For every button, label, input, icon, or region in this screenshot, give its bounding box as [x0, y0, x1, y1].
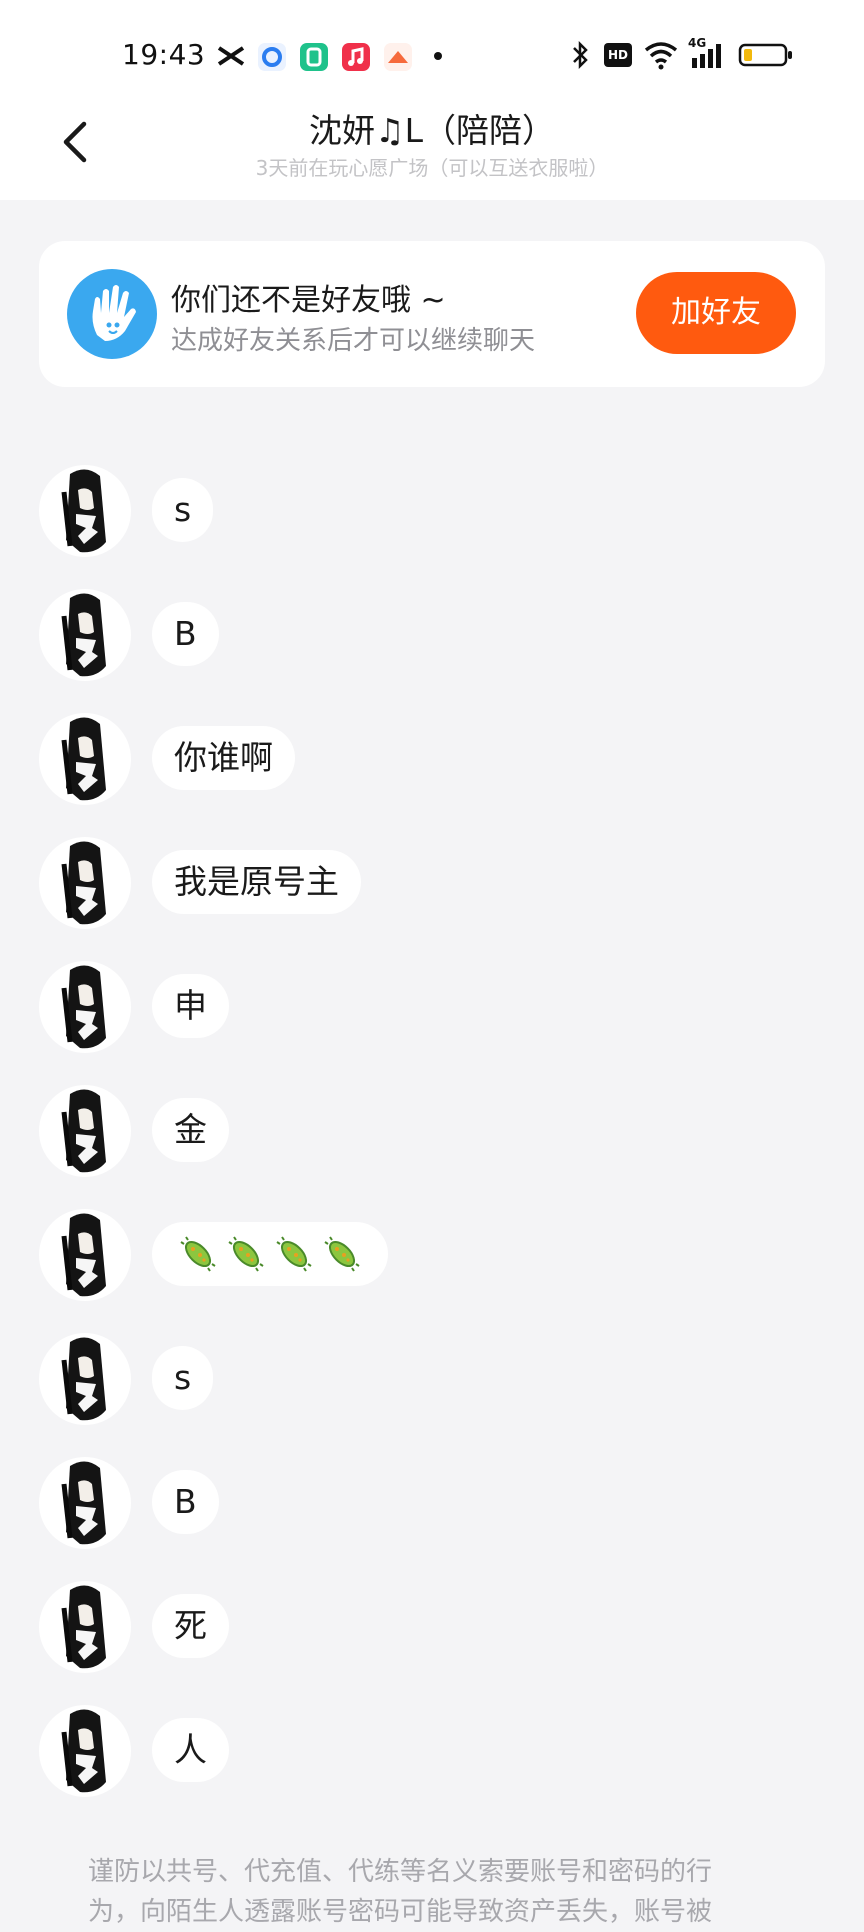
add-friend-button[interactable]: 加好友	[636, 272, 796, 354]
message-row: 我是原号主	[0, 834, 864, 944]
microbe-emoji-icon	[324, 1236, 360, 1272]
message-row: s	[0, 462, 864, 572]
sender-avatar[interactable]	[36, 710, 134, 808]
message-text: 我是原号主	[174, 862, 339, 901]
sender-avatar[interactable]	[36, 586, 134, 684]
sender-avatar[interactable]	[36, 1330, 134, 1428]
message-bubble[interactable]: B	[152, 602, 219, 666]
message-row: 你谁啊	[0, 710, 864, 820]
sender-avatar[interactable]	[36, 1082, 134, 1180]
message-text: s	[174, 1358, 192, 1397]
sender-avatar[interactable]	[36, 958, 134, 1056]
message-text: 人	[174, 1730, 207, 1769]
message-bubble[interactable]: 申	[152, 974, 229, 1038]
message-row: B	[0, 586, 864, 696]
security-notice-line: 为，向陌生人透露账号密码可能导致资产丢失，账号被	[88, 1897, 713, 1927]
wifi-icon	[644, 42, 678, 70]
message-text: 申	[174, 986, 207, 1025]
message-bubble[interactable]: 金	[152, 1098, 229, 1162]
message-bubble[interactable]: B	[152, 1470, 219, 1534]
music-app-icon	[342, 43, 370, 71]
status-bar: 19:43 HD 4G	[0, 30, 864, 80]
message-text: B	[174, 1482, 197, 1521]
message-row	[0, 1206, 864, 1316]
sender-avatar[interactable]	[36, 462, 134, 560]
sender-avatar[interactable]	[36, 1206, 134, 1304]
message-row: B	[0, 1454, 864, 1564]
message-row: 死	[0, 1578, 864, 1688]
chat-subtitle: 3天前在玩心愿广场（可以互送衣服啦）	[255, 156, 609, 180]
not-friends-title: 你们还不是好友哦 ~	[171, 283, 446, 318]
message-row: 金	[0, 1082, 864, 1192]
message-bubble[interactable]: s	[152, 1346, 214, 1410]
battery-icon	[738, 43, 792, 67]
not-friends-subtitle: 达成好友关系后才可以继续聊天	[171, 326, 536, 356]
sender-avatar[interactable]	[36, 1578, 134, 1676]
message-bubble[interactable]: 死	[152, 1594, 229, 1658]
signal-icon	[692, 44, 721, 68]
message-bubble[interactable]: 我是原号主	[152, 850, 361, 914]
message-text: B	[174, 614, 197, 653]
message-bubble[interactable]: 你谁啊	[152, 726, 295, 790]
message-row: s	[0, 1330, 864, 1440]
browser-app-icon	[258, 43, 286, 71]
message-text: 你谁啊	[174, 738, 273, 777]
security-notice-line: 谨防以共号、代充值、代练等名义索要账号和密码的行	[88, 1857, 713, 1887]
hd-label: HD	[607, 48, 628, 62]
capcut-icon	[217, 46, 245, 66]
sender-avatar[interactable]	[36, 1454, 134, 1552]
message-bubble[interactable]	[152, 1222, 388, 1286]
microbe-emoji-icon	[276, 1236, 312, 1272]
top-bar: 19:43 HD 4G 沈妍♫L（陪陪） 3天前在玩心愿广场（可以互送衣服啦）	[0, 0, 864, 200]
message-text: s	[174, 490, 192, 529]
microbe-emoji-icon	[180, 1236, 216, 1272]
hand-wave-icon	[67, 269, 157, 359]
message-row: 申	[0, 958, 864, 1068]
more-notifications-dot	[434, 52, 442, 60]
security-notice: 谨防以共号、代充值、代练等名义索要账号和密码的行 为，向陌生人透露账号密码可能导…	[88, 1852, 788, 1932]
message-row: 人	[0, 1702, 864, 1812]
game-app-icon	[384, 43, 412, 71]
bluetooth-icon	[573, 40, 588, 70]
message-text: 死	[174, 1606, 207, 1645]
hd-badge: HD	[604, 43, 632, 67]
message-text: 金	[174, 1110, 207, 1149]
not-friends-card: 你们还不是好友哦 ~ 达成好友关系后才可以继续聊天 加好友	[39, 241, 825, 387]
status-time: 19:43	[122, 38, 206, 71]
sender-avatar[interactable]	[36, 1702, 134, 1800]
message-bubble[interactable]: s	[152, 478, 214, 542]
message-bubble[interactable]: 人	[152, 1718, 229, 1782]
green-app-icon	[300, 43, 328, 71]
microbe-emoji-icon	[228, 1236, 264, 1272]
chat-title: 沈妍♫L（陪陪）	[309, 111, 555, 150]
sender-avatar[interactable]	[36, 834, 134, 932]
